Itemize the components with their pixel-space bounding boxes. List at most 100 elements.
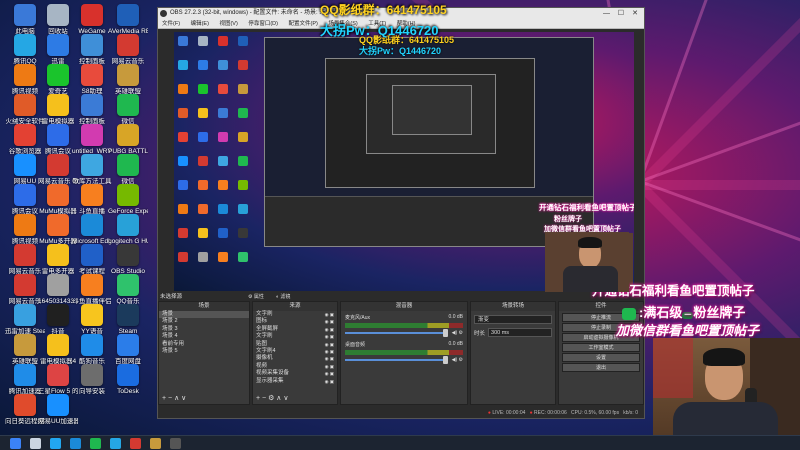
duration-label: 时长 [474, 330, 486, 337]
visibility-lock-icon[interactable]: ◉ ▣ [325, 355, 337, 362]
source-item[interactable]: 视频采集设备 ◉ ▣ [253, 370, 337, 377]
rec-indicator-icon: ● [529, 410, 533, 416]
preview-pw-text: 大拐Pw：Q1446720 [359, 46, 442, 56]
preview-app-icon [218, 132, 228, 142]
source-label: 视频采集设备 [256, 370, 290, 377]
filters-button[interactable]: ◐ 滤镜 [276, 293, 290, 301]
visibility-lock-icon[interactable]: ◉ ▣ [325, 333, 337, 340]
scene-list: 场景 场景 2 场景 3 场景 4 看前专用 场景 5 [159, 311, 249, 355]
badge-tail: 粉丝牌子 [693, 305, 746, 320]
lol-icon[interactable] [150, 438, 161, 449]
source-list: 文字刷 ◉ ▣ 图标 ◉ ▣ 全屏截屏 ◉ ▣ 文字刷 ◉ ▣ 贴图 ◉ ▣ 文字刷4 ◉ ▣ 摄像机 ◉… [253, 311, 337, 385]
preview-app-icon [198, 204, 208, 214]
source-item[interactable]: 显示器采集 ◉ ▣ [253, 378, 337, 385]
filters-label: 滤镜 [280, 294, 291, 300]
minimize-button[interactable]: — [603, 8, 610, 19]
preview-app-icon [238, 204, 248, 214]
source-item[interactable]: 贴图 ◉ ▣ [253, 341, 337, 348]
transition-select[interactable]: 渐变 [474, 315, 552, 324]
visibility-lock-icon[interactable]: ◉ ▣ [325, 348, 337, 355]
app-icon [47, 124, 69, 146]
source-item[interactable]: 图标 ◉ ▣ [253, 318, 337, 325]
preview-app-icon [198, 252, 208, 262]
mute-settings-icon[interactable]: ◀) ⚙ [452, 357, 463, 363]
preview-app-icon [218, 36, 228, 46]
control-button[interactable]: 退出 [562, 363, 640, 372]
app-icon [47, 244, 69, 266]
volume-slider[interactable]: ◀) ⚙ [345, 329, 463, 337]
netease-icon[interactable] [130, 438, 141, 449]
visibility-lock-icon[interactable]: ◉ ▣ [325, 326, 337, 333]
mute-settings-icon[interactable]: ◀) ⚙ [452, 330, 463, 336]
desktop-icon[interactable]: 网易UU加速器 [38, 394, 78, 435]
wechat-group-banner: 加微信群看鱼吧置顶帖子 [616, 323, 760, 338]
search-icon[interactable] [30, 438, 41, 449]
menu-file[interactable]: 文件(F) [162, 21, 180, 27]
preview-app-icon [198, 228, 208, 238]
scene-toolbar[interactable]: + − ∧ ∨ [162, 394, 186, 402]
wechat-icon[interactable] [90, 438, 101, 449]
control-button[interactable]: 设置 [562, 353, 640, 362]
obs-icon[interactable] [170, 438, 181, 449]
menu-edit[interactable]: 编辑(E) [191, 21, 209, 27]
visibility-lock-icon[interactable]: ◉ ▣ [325, 341, 337, 348]
menu-view[interactable]: 视图(V) [219, 21, 237, 27]
app-icon [14, 34, 36, 56]
preview-badge: 粉丝牌子 [554, 216, 582, 223]
scene-item[interactable]: 场景 4 [159, 333, 249, 340]
source-label: 摄像机 [256, 355, 273, 362]
app-icon [117, 154, 139, 176]
edge-icon[interactable] [70, 438, 81, 449]
app-icon [117, 34, 139, 56]
visibility-lock-icon[interactable]: ◉ ▣ [325, 318, 337, 325]
nested-obs-1 [264, 37, 594, 247]
control-button[interactable]: 工作室模式 [562, 343, 640, 352]
source-toolbar[interactable]: + − ⚙ ∧ ∨ [256, 394, 288, 402]
source-item[interactable]: 摄像机 ◉ ▣ [253, 355, 337, 362]
start-icon[interactable] [10, 438, 21, 449]
level-meter [345, 350, 463, 355]
sources-dock: 来源 文字刷 ◉ ▣ 图标 ◉ ▣ 全屏截屏 ◉ ▣ 文字刷 ◉ ▣ 贴图 ◉ ▣ 文字刷4 ◉ ▣ 摄… [252, 301, 338, 405]
visibility-lock-icon[interactable]: ◉ ▣ [325, 363, 337, 370]
preview-app-icon [178, 252, 188, 262]
properties-button[interactable]: ⚙ 属性 [248, 293, 264, 301]
scenes-header: 场景 [159, 302, 249, 311]
duration-input[interactable]: 300 ms [488, 328, 552, 337]
close-button[interactable]: ✕ [632, 8, 638, 19]
qq-icon[interactable] [110, 438, 121, 449]
source-item[interactable]: 文字刷 ◉ ▣ [253, 333, 337, 340]
app-icon [117, 274, 139, 296]
no-source-selected: 未选择源 [160, 294, 183, 300]
app-icon [81, 304, 103, 326]
app-icon [117, 64, 139, 86]
visibility-lock-icon[interactable]: ◉ ▣ [325, 311, 337, 318]
menu-docks[interactable]: 停靠窗口(D) [248, 21, 278, 27]
app-icon [14, 304, 36, 326]
app-icon [47, 364, 69, 386]
visibility-lock-icon[interactable]: ◉ ▣ [325, 370, 337, 377]
desktop-icon[interactable]: 向导安装 [72, 364, 112, 408]
app-icon [117, 244, 139, 266]
preview-app-icon [218, 180, 228, 190]
visibility-lock-icon[interactable]: ◉ ▣ [325, 378, 337, 385]
maximize-button[interactable]: ☐ [618, 8, 624, 19]
webcam-feed [653, 338, 800, 450]
scene-item[interactable]: 场景 5 [159, 348, 249, 355]
desktop-icon-label: ToDesk [117, 388, 139, 395]
badge-prefix: :满石级 [639, 305, 683, 320]
scene-item[interactable]: 场景 2 [159, 318, 249, 325]
volume-slider[interactable]: ◀) ⚙ [345, 356, 463, 364]
mixer-dock: 混音器 麦克风/Aux 0.0 dB ◀) ⚙ 桌面音频 0.0 dB ◀) ⚙ [340, 301, 468, 405]
scene-item[interactable]: 看前专用 [159, 341, 249, 348]
preview-app-icon [238, 228, 248, 238]
preview-app-icon [238, 156, 248, 166]
app-icon [14, 334, 36, 356]
desktop-icon[interactable]: ToDesk [108, 364, 148, 408]
app-icon [14, 94, 36, 116]
obs-window: OBS 27.2.3 (32-bit, windows) - 配置文件: 未命名… [157, 7, 645, 419]
app-icon [47, 94, 69, 116]
mixer-header: 混音器 [341, 302, 467, 311]
menu-profile[interactable]: 配置文件(P) [288, 21, 317, 27]
widgets-icon[interactable] [50, 438, 61, 449]
app-icon [14, 124, 36, 146]
